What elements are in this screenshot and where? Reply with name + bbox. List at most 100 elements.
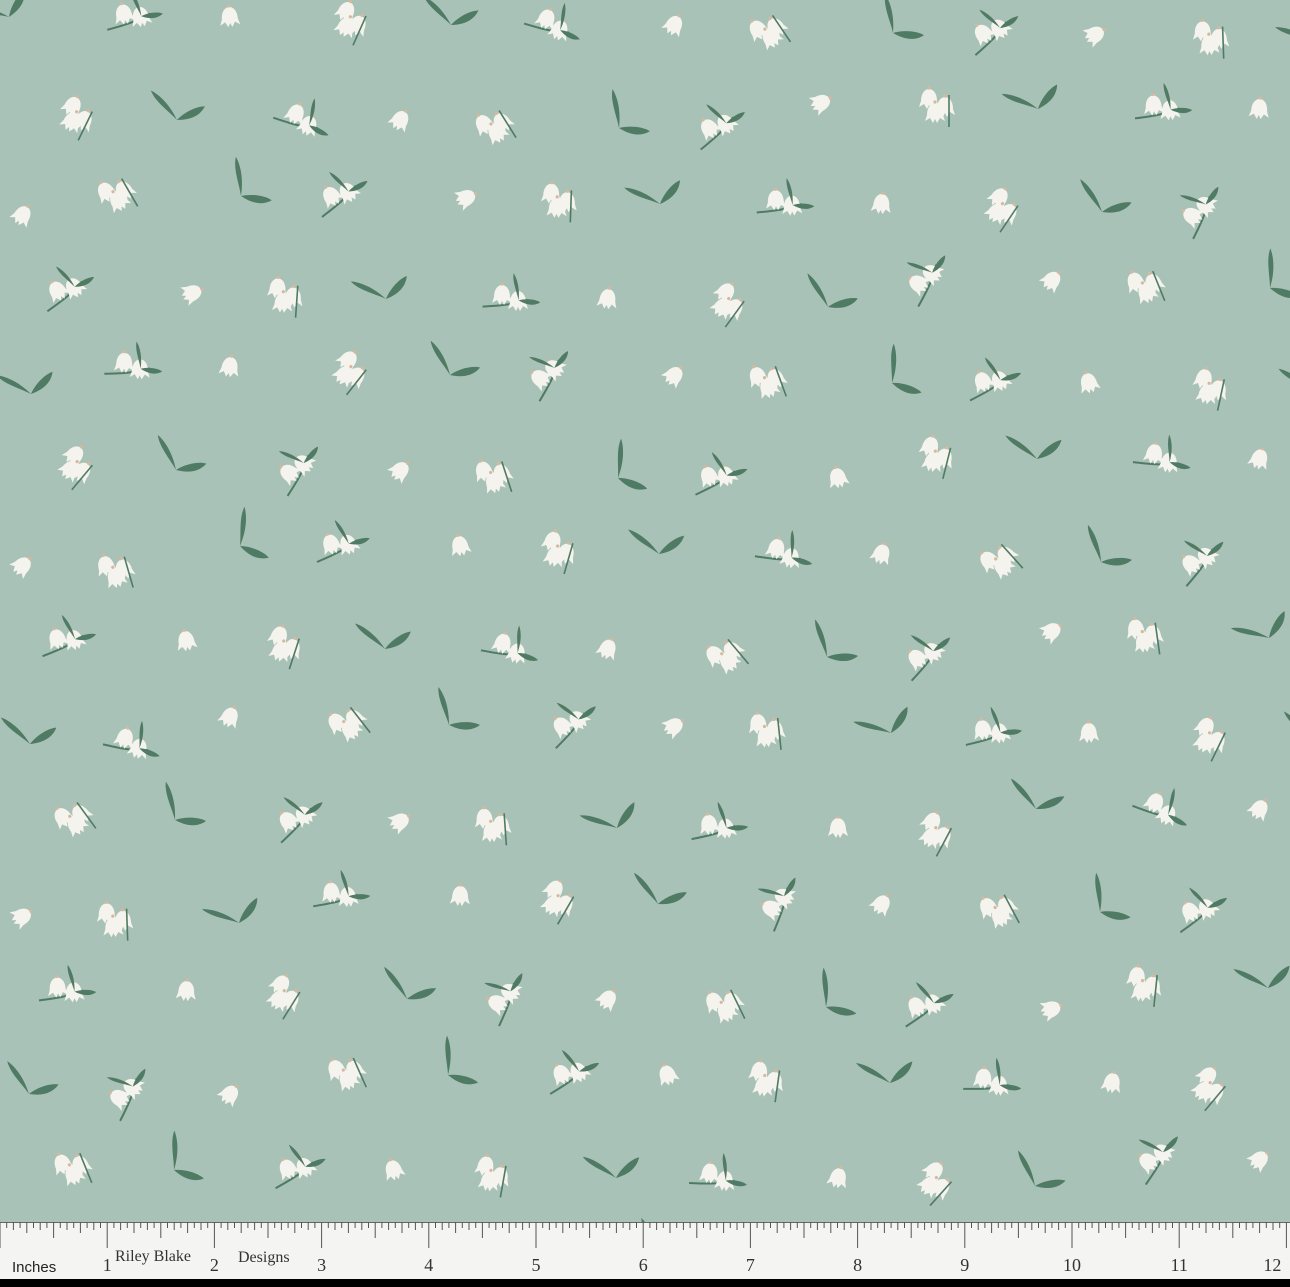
flower-motif [1070,713,1108,751]
flower-motif [51,91,101,143]
flower-motif [628,512,687,563]
flower-motif [202,878,263,937]
flower-motif [48,792,101,846]
flower-motif [49,439,103,493]
flower-motif [963,1050,1028,1110]
flower-motif [1182,1060,1236,1114]
flower-motif [173,273,213,313]
flower-motif [1188,365,1232,412]
flower-motif [326,0,375,48]
flower-motif [1124,613,1165,658]
flower-motif [7,1058,59,1096]
flower-motif [213,348,247,383]
flower-motif [634,867,688,908]
flower-motif [39,960,101,1015]
flower-motif [442,876,479,913]
flower-motif [1233,943,1290,999]
flower-motif [273,86,340,153]
flower-motif [660,9,689,39]
flower-motif [430,1036,491,1091]
flower-motif [867,537,897,568]
flower-motif [864,185,900,221]
flower-motif [386,104,416,135]
ruler-number: 9 [960,1255,970,1275]
flower-motif [919,86,955,127]
ruler-number: 5 [531,1255,541,1275]
ruler-number: 8 [853,1255,863,1275]
flower-motif [1,703,59,751]
flower-motif [914,432,959,480]
flower-motif [1244,792,1275,824]
flower-motif [1095,1065,1128,1099]
flower-motif [1252,249,1290,305]
flower-motif [1033,612,1071,651]
flower-motif [91,168,142,221]
ruler-number: 10 [1063,1255,1081,1275]
flower-motif [317,520,370,562]
flower-motif [103,710,170,775]
flower-motif [657,357,692,393]
flower-motif [745,864,812,931]
flower-motif [222,157,282,209]
flower-motif [856,1039,917,1094]
flower-motif [540,690,605,749]
flower-motif [483,267,547,325]
flower-motif [1275,0,1290,54]
flower-motif [43,614,97,658]
flower-motif [223,507,284,565]
flower-motif [1035,262,1069,297]
ruler-brand-name: Riley Blake [115,1248,191,1265]
flower-motif [747,709,787,753]
flower-motif [601,439,662,496]
flower-motif [808,968,868,1022]
flower-motif [39,259,99,311]
flower-motif [1011,771,1066,813]
flower-motif [93,547,139,596]
flower-motif [1002,64,1063,122]
flower-motif [216,701,244,730]
flower-motif [481,615,548,679]
flower-motif [1015,1150,1068,1189]
flower-motif [974,884,1025,937]
flower-motif [1231,593,1290,653]
flower-motif [694,451,748,495]
ruler-number: 1 [102,1255,112,1275]
flower-motif [1124,1121,1191,1185]
flower-motif [866,887,898,920]
flower-motif [93,1055,160,1121]
fabric-swatch [0,0,1290,1222]
flower-motif [701,277,754,331]
flower-motif [975,182,1028,236]
flower-motif [471,960,538,1027]
ruler-number: 2 [209,1255,219,1275]
flower-motif [440,525,480,565]
flower-motif [757,173,820,229]
flower-motif [429,687,486,734]
flower-motif [1032,989,1072,1029]
flower-motif [96,900,133,942]
flower-motif [1284,702,1290,746]
flower-motif [424,0,481,31]
flower-motif [1081,873,1141,926]
flower-motif [151,81,207,125]
flower-motif [1279,348,1290,401]
flower-motif [322,697,375,751]
flower-motif [967,355,1023,401]
flower-motif [214,1077,247,1111]
flower-motif [689,95,751,150]
flower-motif [692,798,752,850]
flower-motif [807,272,858,308]
flower-motif [755,521,822,585]
flower-motif [853,688,913,748]
flower-motif [818,457,858,497]
flower-motif [7,198,38,230]
flower-motif [874,0,933,44]
flower-motif [1192,18,1229,60]
flower-motif [1244,442,1275,474]
flower-motif [49,1143,98,1194]
flower-motif [267,785,331,843]
flower-motif [313,866,374,920]
flower-motif [1241,89,1277,126]
ruler-number: 3 [317,1255,327,1275]
flower-motif [0,0,31,32]
